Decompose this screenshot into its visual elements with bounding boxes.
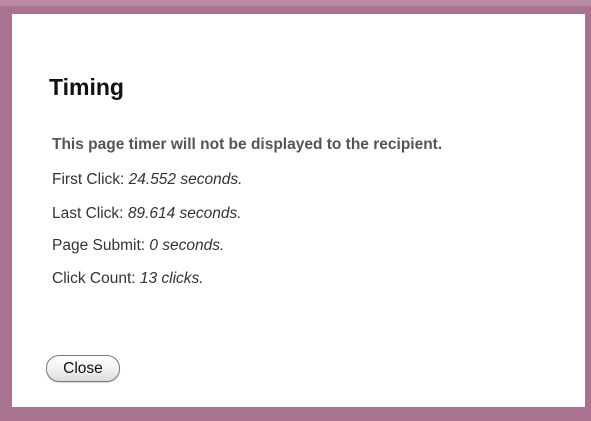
timer-notice: This page timer will not be displayed to… (52, 136, 443, 153)
click-count-value: 13 clicks. (139, 270, 204, 287)
dialog-title: Timing (49, 74, 124, 100)
first-click-row: First Click: 24.552 seconds. (52, 170, 242, 190)
first-click-value: 24.552 seconds. (128, 171, 243, 188)
last-click-row: Last Click: 89.614 seconds. (52, 204, 242, 224)
page-submit-value: 0 seconds. (149, 237, 225, 254)
click-count-row: Click Count: 13 clicks. (52, 269, 204, 289)
click-count-label: Click Count: (52, 270, 136, 287)
first-click-label: First Click: (52, 171, 125, 188)
last-click-label: Last Click: (52, 205, 124, 222)
close-button[interactable]: Close (46, 355, 120, 382)
frame-top-edge (0, 0, 591, 6)
page-submit-row: Page Submit: 0 seconds. (52, 236, 224, 256)
last-click-value: 89.614 seconds. (127, 205, 242, 222)
page-submit-label: Page Submit: (52, 237, 146, 254)
